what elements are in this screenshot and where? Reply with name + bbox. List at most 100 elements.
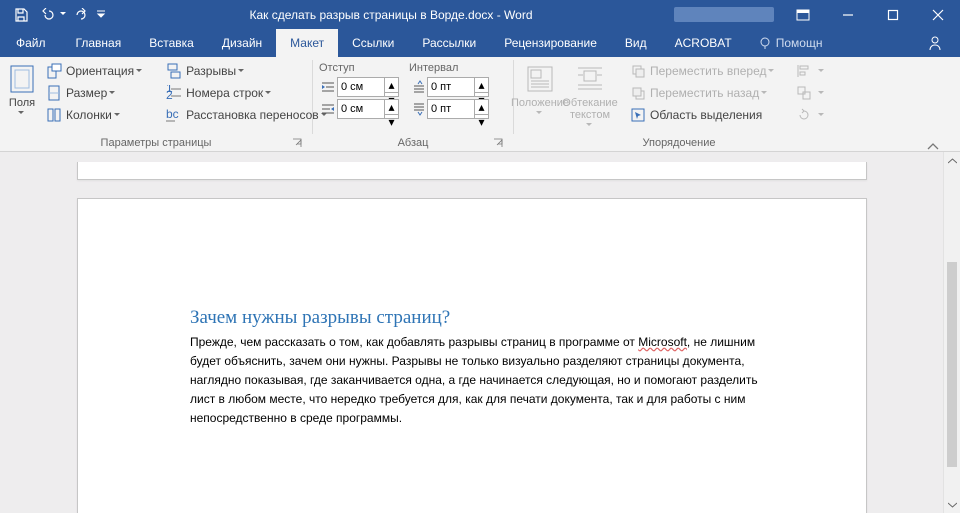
- qat-customize[interactable]: [94, 3, 108, 27]
- vertical-scrollbar[interactable]: [943, 152, 960, 513]
- account-name-redacted: [674, 7, 774, 22]
- group-arrange: Положение Обтекание текстом Переместить …: [514, 57, 844, 151]
- send-backward-button: Переместить назад: [626, 82, 784, 104]
- tab-mailings[interactable]: Рассылки: [408, 29, 490, 57]
- hyphenation-icon: bc: [166, 107, 182, 123]
- group-page-setup: Поля Ориентация Размер Колонки: [0, 57, 312, 151]
- tell-me-label: Помощн: [776, 36, 823, 50]
- align-button: [792, 60, 834, 82]
- position-button: Положение: [520, 60, 560, 116]
- tab-view[interactable]: Вид: [611, 29, 661, 57]
- document-area[interactable]: Зачем нужны разрывы страниц? Прежде, чем…: [0, 152, 943, 513]
- space-after-input[interactable]: [427, 99, 475, 119]
- tell-me-search[interactable]: Помощн: [758, 29, 823, 57]
- group-caption-page-setup: Параметры страницы: [101, 137, 212, 149]
- save-button[interactable]: [8, 3, 34, 27]
- tab-layout[interactable]: Макет: [276, 29, 338, 57]
- undo-button[interactable]: [34, 3, 60, 27]
- tab-acrobat[interactable]: ACROBAT: [661, 29, 746, 57]
- indent-right-spinner[interactable]: ▴▾: [319, 98, 399, 120]
- wrap-text-icon: [574, 63, 606, 95]
- group-objects-button: [792, 82, 834, 104]
- svg-text:bc: bc: [166, 107, 179, 121]
- group-paragraph: Отступ ▴▾ ▴▾ Интервал ▴▾: [313, 57, 513, 151]
- space-after-spinner[interactable]: ▴▾: [409, 98, 489, 120]
- group-caption-paragraph: Абзац: [398, 137, 429, 149]
- ribbon-display-options[interactable]: [780, 0, 825, 29]
- maximize-button[interactable]: [870, 0, 915, 29]
- title-bar: Как сделать разрыв страницы в Ворде.docx…: [0, 0, 960, 29]
- bring-forward-icon: [630, 63, 646, 79]
- size-button[interactable]: Размер: [42, 82, 152, 104]
- space-before-stepper[interactable]: ▴▾: [475, 77, 489, 97]
- bring-forward-button: Переместить вперед: [626, 60, 784, 82]
- indent-left-input[interactable]: [337, 77, 385, 97]
- undo-dropdown[interactable]: [60, 12, 68, 17]
- document-heading[interactable]: Зачем нужны разрывы страниц?: [190, 307, 765, 329]
- send-backward-icon: [630, 85, 646, 101]
- page-setup-dialog-launcher[interactable]: [291, 137, 304, 150]
- document-paragraph[interactable]: Прежде, чем рассказать о том, как добавл…: [190, 333, 765, 428]
- collapse-ribbon-button[interactable]: [926, 141, 940, 151]
- columns-icon: [46, 107, 62, 123]
- close-button[interactable]: [915, 0, 960, 29]
- tab-review[interactable]: Рецензирование: [490, 29, 611, 57]
- size-icon: [46, 85, 62, 101]
- tab-references[interactable]: Ссылки: [338, 29, 408, 57]
- columns-button[interactable]: Колонки: [42, 104, 152, 126]
- align-icon: [796, 63, 812, 79]
- space-before-icon: [411, 80, 425, 94]
- window-title: Как сделать разрыв страницы в Ворде.docx…: [108, 8, 674, 22]
- hyphenation-button[interactable]: bc Расстановка переносов: [162, 104, 337, 126]
- previous-page-fragment[interactable]: [77, 162, 867, 180]
- tab-design[interactable]: Дизайн: [208, 29, 276, 57]
- space-before-input[interactable]: [427, 77, 475, 97]
- indent-left-spinner[interactable]: ▴▾: [319, 76, 399, 98]
- ribbon: Поля Ориентация Размер Колонки: [0, 57, 960, 152]
- spelling-error[interactable]: Microsoft: [638, 335, 687, 349]
- rotate-icon: [796, 107, 812, 123]
- orientation-button[interactable]: Ориентация: [42, 60, 152, 82]
- indent-label: Отступ: [319, 60, 399, 76]
- page[interactable]: Зачем нужны разрывы страниц? Прежде, чем…: [77, 198, 867, 513]
- space-before-spinner[interactable]: ▴▾: [409, 76, 489, 98]
- tab-home[interactable]: Главная: [62, 29, 136, 57]
- scroll-thumb[interactable]: [947, 262, 957, 467]
- indent-left-stepper[interactable]: ▴▾: [385, 77, 399, 97]
- margins-icon: [6, 63, 38, 95]
- margins-button[interactable]: Поля: [6, 60, 38, 116]
- redo-button[interactable]: [68, 3, 94, 27]
- lightbulb-icon: [758, 36, 772, 50]
- scroll-up-button[interactable]: [944, 152, 960, 169]
- indent-left-icon: [321, 80, 335, 94]
- indent-right-input[interactable]: [337, 99, 385, 119]
- scroll-down-button[interactable]: [944, 496, 960, 513]
- share-button[interactable]: [920, 35, 950, 51]
- tab-file[interactable]: Файл: [0, 29, 62, 57]
- breaks-icon: [166, 63, 182, 79]
- group-caption-arrange: Упорядочение: [643, 137, 716, 149]
- spacing-label: Интервал: [409, 60, 489, 76]
- line-numbers-icon: 12: [166, 85, 182, 101]
- space-after-icon: [411, 102, 425, 116]
- breaks-button[interactable]: Разрывы: [162, 60, 337, 82]
- line-numbers-button[interactable]: 12 Номера строк: [162, 82, 337, 104]
- tab-insert[interactable]: Вставка: [135, 29, 208, 57]
- ribbon-tabs: Файл Главная Вставка Дизайн Макет Ссылки…: [0, 29, 960, 57]
- selection-pane-icon: [630, 107, 646, 123]
- orientation-icon: [46, 63, 62, 79]
- svg-text:2: 2: [166, 88, 173, 101]
- group-objects-icon: [796, 85, 812, 101]
- space-after-stepper[interactable]: ▴▾: [475, 99, 489, 119]
- minimize-button[interactable]: [825, 0, 870, 29]
- position-icon: [524, 63, 556, 95]
- indent-right-stepper[interactable]: ▴▾: [385, 99, 399, 119]
- paragraph-text-1[interactable]: Прежде, чем рассказать о том, как добавл…: [190, 335, 638, 349]
- quick-access-toolbar: [8, 3, 108, 27]
- rotate-button: [792, 104, 834, 126]
- selection-pane-button[interactable]: Область выделения: [626, 104, 784, 126]
- paragraph-dialog-launcher[interactable]: [492, 137, 505, 150]
- wrap-text-button: Обтекание текстом: [560, 60, 620, 128]
- page-content[interactable]: Зачем нужны разрывы страниц? Прежде, чем…: [190, 307, 765, 428]
- indent-right-icon: [321, 102, 335, 116]
